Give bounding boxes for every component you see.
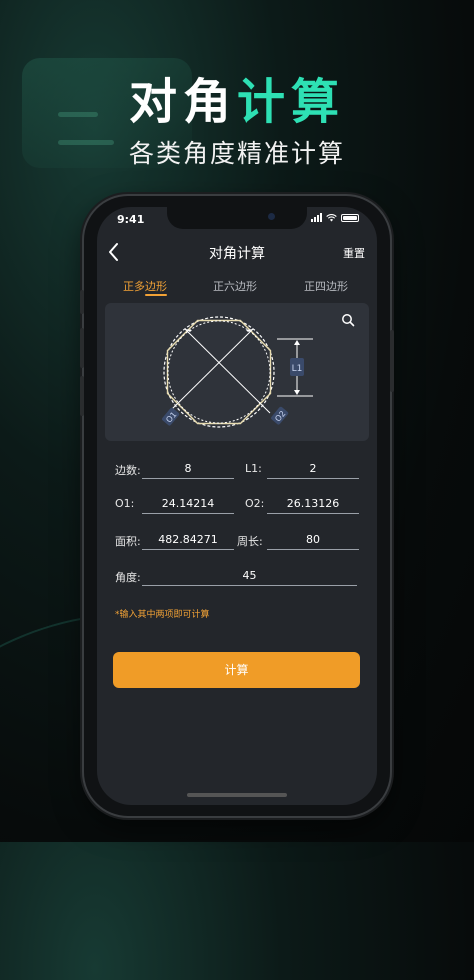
tab-bar: 正多边形 正六边形 正四边形 xyxy=(97,278,377,298)
app-screen: 9:41 对角计算 重置 正多边形 正六边形 正四边形 L1 O1 O2 边数:… xyxy=(97,207,377,805)
reset-button[interactable]: 重置 xyxy=(343,245,365,261)
phone-side-button xyxy=(80,376,84,416)
l1-label: L1 xyxy=(292,364,303,374)
o2-input[interactable]: 26.13126 xyxy=(267,495,359,514)
form-row-angle: 角度: 45 xyxy=(97,567,377,589)
form-row-sides-l1: 边数: 8 L1: 2 xyxy=(97,460,377,482)
hero-title-part1: 对角 xyxy=(128,74,237,130)
battery-icon xyxy=(341,213,359,222)
signal-icon xyxy=(311,213,322,222)
phone-side-button xyxy=(80,290,84,314)
hero-title: 对角计算 xyxy=(0,62,474,132)
phone-notch xyxy=(167,207,307,229)
hero-subtitle: 各类角度精准计算 xyxy=(128,139,345,168)
sides-label: 边数: xyxy=(115,464,141,477)
search-icon[interactable] xyxy=(341,313,355,327)
perimeter-label: 周长: xyxy=(237,535,263,548)
navigation-bar: 对角计算 重置 xyxy=(97,241,377,265)
status-time: 9:41 xyxy=(117,213,145,226)
tab-square[interactable]: 正四边形 xyxy=(304,278,348,294)
sides-input[interactable]: 8 xyxy=(142,460,234,479)
inner-circle xyxy=(167,320,271,424)
o2-field-label: O2: xyxy=(245,497,265,510)
angle-label: 角度: xyxy=(115,571,141,584)
octagon-shape xyxy=(166,319,272,425)
o1-input[interactable]: 24.14214 xyxy=(142,495,234,514)
form-row-o1-o2: O1: 24.14214 O2: 26.13126 xyxy=(97,495,377,517)
area-label: 面积: xyxy=(115,535,141,548)
tab-regular-polygon[interactable]: 正多边形 xyxy=(123,278,167,294)
polygon-diagram: L1 O1 O2 xyxy=(105,303,369,441)
arrow-heads xyxy=(185,329,253,332)
diagonal-o1-line xyxy=(167,328,254,414)
input-hint: *输入其中两项即可计算 xyxy=(115,610,210,620)
area-input[interactable]: 482.84271 xyxy=(142,531,234,550)
tab-regular-hexagon[interactable]: 正六边形 xyxy=(213,278,257,294)
wifi-icon xyxy=(326,213,337,222)
page-title: 对角计算 xyxy=(209,246,265,262)
status-icons xyxy=(311,213,359,222)
outer-circle xyxy=(163,316,275,428)
camera-icon xyxy=(268,213,275,220)
home-indicator xyxy=(187,793,287,797)
octagon-diagram-graphic: L1 O1 O2 xyxy=(162,316,313,428)
angle-input[interactable]: 45 xyxy=(142,567,357,586)
diagonal-o2-line xyxy=(184,328,271,414)
o1-field-label: O1: xyxy=(115,497,135,510)
calculate-button[interactable]: 计算 xyxy=(113,652,360,688)
hero-title-part2: 计算 xyxy=(237,74,346,130)
phone-side-button xyxy=(80,328,84,368)
l1-input[interactable]: 2 xyxy=(267,460,359,479)
perimeter-input[interactable]: 80 xyxy=(267,531,359,550)
tab-active-underline xyxy=(145,294,167,296)
phone-side-button xyxy=(390,330,394,392)
l1-field-label: L1: xyxy=(245,462,262,475)
form-row-area-perimeter: 面积: 482.84271 周长: 80 xyxy=(97,531,377,553)
